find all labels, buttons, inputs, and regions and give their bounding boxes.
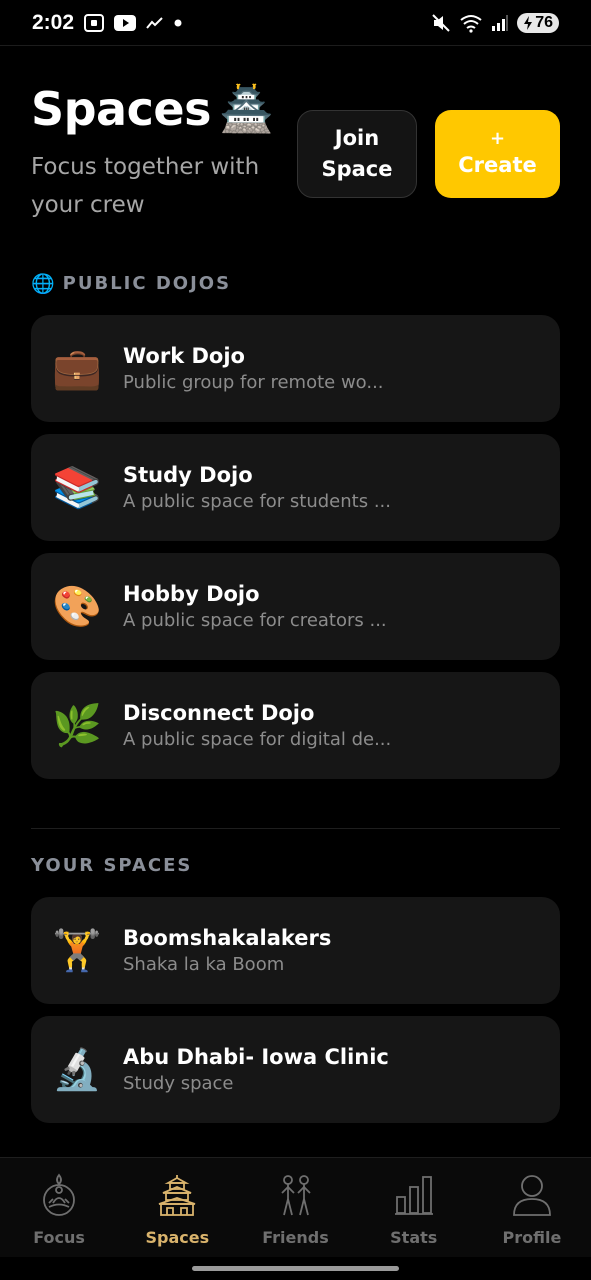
nav-label: Stats	[390, 1228, 438, 1247]
card-title: Work Dojo	[123, 344, 245, 368]
section-title: YOUR SPACES	[31, 855, 193, 876]
castle-icon: 🏯	[218, 84, 274, 135]
nav-label: Profile	[502, 1228, 562, 1247]
space-card-boomshakalakers[interactable]: 🏋️ Boomshakalakers Shaka la ka Boom	[31, 897, 560, 1004]
nav-item-focus[interactable]: Focus	[0, 1158, 118, 1257]
books-icon: 📚	[52, 465, 102, 511]
page-header: Spaces 🏯 Focus together with your crew J…	[31, 82, 560, 222]
nav-label: Friends	[262, 1228, 329, 1247]
activity-icon	[146, 16, 164, 30]
card-text: Abu Dhabi- Iowa Clinic Study space	[123, 1045, 389, 1094]
card-title: Disconnect Dojo	[123, 701, 315, 725]
gesture-bar[interactable]	[192, 1266, 399, 1271]
nav-label: Focus	[33, 1228, 85, 1247]
card-text: Disconnect Dojo A public space for digit…	[123, 701, 391, 750]
public-dojos-header: 🌐 PUBLIC DOJOS	[31, 272, 231, 295]
herb-icon: 🌿	[52, 703, 102, 749]
card-text: Hobby Dojo A public space for creators .…	[123, 582, 387, 631]
person-icon	[509, 1172, 555, 1218]
card-description: Study space	[123, 1073, 234, 1094]
bottom-nav: Focus Spaces Friends Stats Profile	[0, 1157, 591, 1257]
mute-icon	[431, 13, 451, 33]
dot-icon	[174, 19, 182, 27]
card-title: Abu Dhabi- Iowa Clinic	[123, 1045, 389, 1069]
card-text: Boomshakalakers Shaka la ka Boom	[123, 926, 331, 975]
your-spaces-header: YOUR SPACES	[31, 855, 192, 876]
castle-icon	[154, 1172, 200, 1218]
nav-item-friends[interactable]: Friends	[236, 1158, 354, 1257]
card-description: Shaka la ka Boom	[123, 954, 285, 975]
meditation-icon	[36, 1172, 82, 1218]
nav-item-spaces[interactable]: Spaces	[118, 1158, 236, 1257]
wifi-icon	[459, 13, 483, 33]
nav-item-profile[interactable]: Profile	[473, 1158, 591, 1257]
nav-item-stats[interactable]: Stats	[355, 1158, 473, 1257]
signal-icon	[491, 14, 509, 32]
join-space-button[interactable]: Join Space	[297, 110, 417, 198]
youtube-icon	[114, 14, 137, 31]
page-subtitle: Focus together with your crew	[31, 154, 260, 218]
card-title: Boomshakalakers	[123, 926, 332, 950]
create-label: Create	[458, 153, 537, 177]
status-bar: 2:02 76	[0, 0, 591, 46]
status-left: 2:02	[32, 11, 182, 35]
section-title: PUBLIC DOJOS	[62, 273, 232, 294]
card-description: A public space for creators ...	[123, 610, 387, 631]
card-title: Study Dojo	[123, 463, 253, 487]
section-divider	[31, 828, 560, 829]
card-title: Hobby Dojo	[123, 582, 260, 606]
card-text: Work Dojo Public group for remote wo...	[123, 344, 384, 393]
card-description: A public space for students ...	[123, 491, 391, 512]
status-right: 76	[431, 12, 559, 33]
status-time: 2:02	[32, 10, 75, 34]
briefcase-icon: 💼	[52, 346, 102, 392]
page-title: Spaces	[31, 82, 211, 136]
screenshot-icon	[84, 13, 105, 32]
space-card-disconnect-dojo[interactable]: 🌿 Disconnect Dojo A public space for dig…	[31, 672, 560, 779]
palette-icon: 🎨	[52, 584, 102, 630]
space-card-hobby-dojo[interactable]: 🎨 Hobby Dojo A public space for creators…	[31, 553, 560, 660]
plus-icon: +	[489, 128, 506, 149]
battery-level: 76	[535, 13, 553, 31]
bar-chart-icon	[391, 1172, 437, 1218]
create-space-button[interactable]: + Create	[435, 110, 560, 198]
card-description: A public space for digital de...	[123, 729, 392, 750]
nav-label: Spaces	[145, 1228, 210, 1247]
space-card-abu-dhabi-iowa-clinic[interactable]: 🔬 Abu Dhabi- Iowa Clinic Study space	[31, 1016, 560, 1123]
globe-icon: 🌐	[31, 273, 55, 295]
battery-icon: 76	[517, 12, 559, 33]
friends-icon	[273, 1172, 319, 1218]
space-card-study-dojo[interactable]: 📚 Study Dojo A public space for students…	[31, 434, 560, 541]
weightlifter-icon: 🏋️	[52, 928, 102, 974]
microscope-icon: 🔬	[52, 1047, 102, 1093]
card-text: Study Dojo A public space for students .…	[123, 463, 391, 512]
space-card-work-dojo[interactable]: 💼 Work Dojo Public group for remote wo..…	[31, 315, 560, 422]
card-description: Public group for remote wo...	[123, 372, 384, 393]
